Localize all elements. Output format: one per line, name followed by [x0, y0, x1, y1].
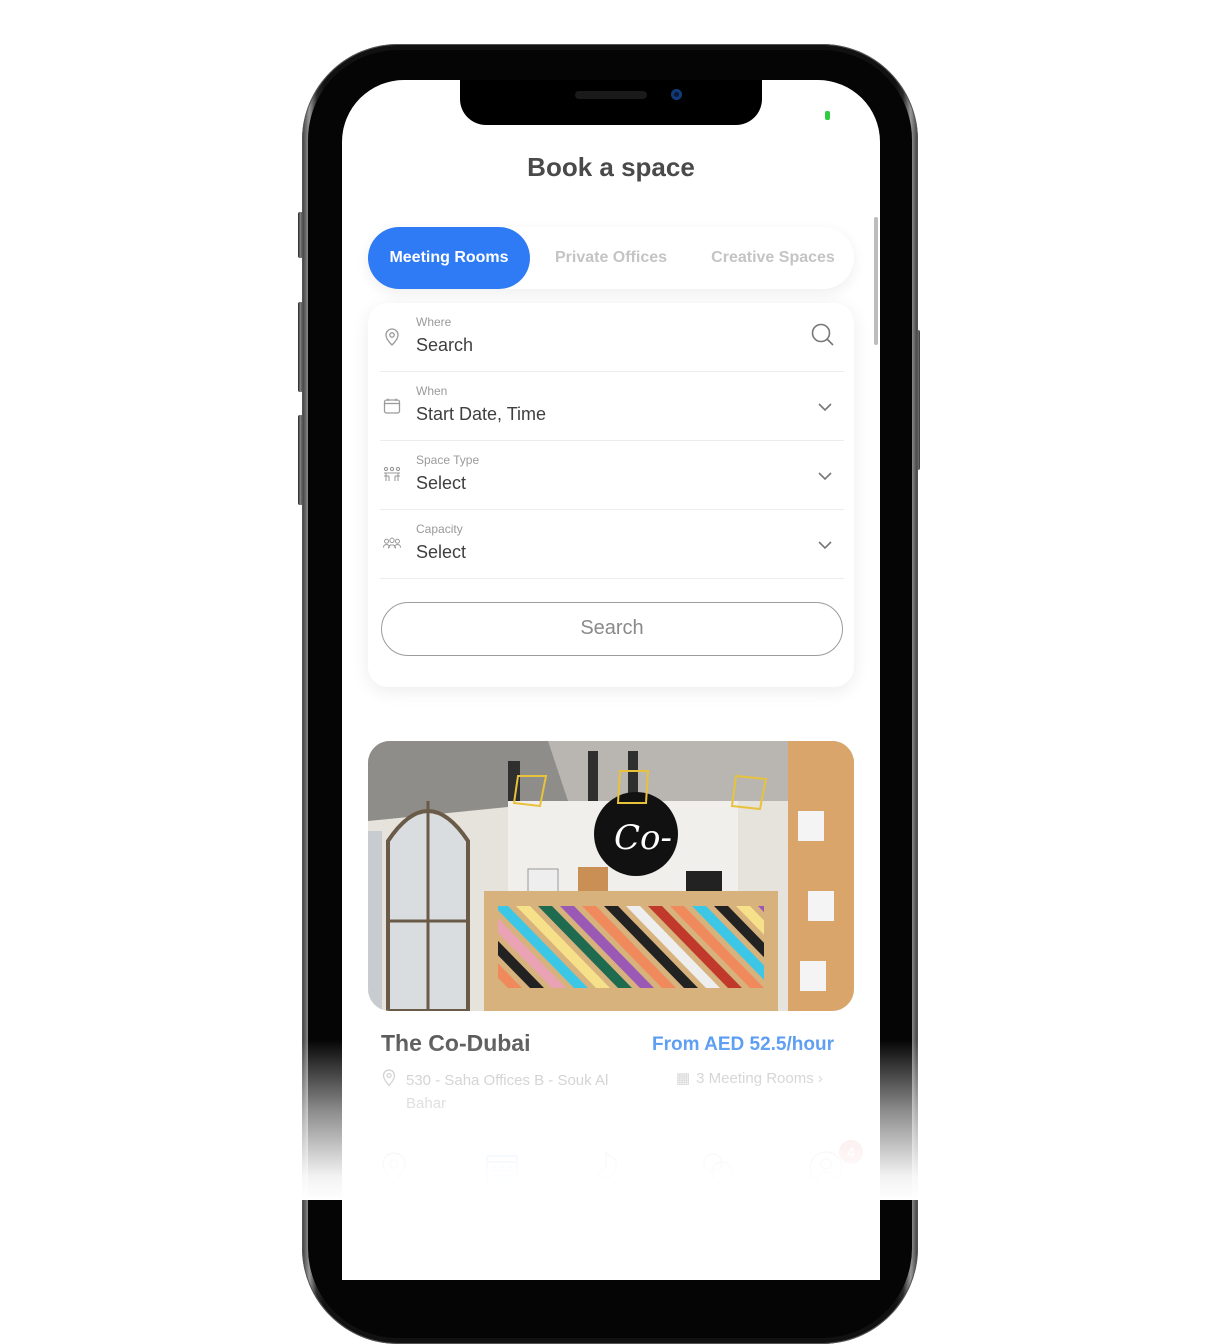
when-value: Start Date, Time	[416, 404, 547, 424]
venue-price: From AED 52.5/hour	[652, 1034, 834, 1055]
chevron-down-icon	[818, 541, 832, 550]
search-button[interactable]: Search	[381, 602, 843, 656]
notch	[460, 80, 762, 125]
front-camera	[671, 89, 682, 100]
nav-calendar-icon[interactable]	[484, 1150, 520, 1186]
where-field[interactable]: Where Search	[380, 303, 844, 372]
speaker	[575, 91, 647, 99]
chevron-right-icon: ›	[817, 1070, 823, 1087]
where-value: Search	[416, 335, 474, 355]
chevron-down-icon	[818, 403, 832, 412]
tab-private-offices[interactable]: Private Offices	[538, 227, 684, 289]
venue-photo-illustration: Co-	[368, 741, 854, 1011]
location-pin-icon	[385, 328, 399, 346]
where-label: Where	[416, 315, 452, 329]
when-label: When	[416, 384, 448, 398]
venue-name[interactable]: The Co-Dubai	[381, 1030, 531, 1057]
tab-meeting-rooms[interactable]: Meeting Rooms	[368, 227, 530, 289]
bottom-nav	[342, 1132, 880, 1212]
space-type-field[interactable]: Space Type Select	[380, 441, 844, 510]
location-pin-icon	[382, 1069, 396, 1087]
people-group-icon	[382, 537, 402, 549]
venue-address: 530 - Saha Offices B - Souk Al Bahar	[406, 1072, 609, 1112]
capacity-value: Select	[416, 542, 467, 562]
chevron-down-icon	[818, 472, 832, 481]
when-field[interactable]: When Start Date, Time	[380, 372, 844, 441]
meeting-rooms-count: 3 Meeting Rooms	[696, 1070, 814, 1087]
capacity-field[interactable]: Capacity Select	[380, 510, 844, 579]
meeting-table-icon: ▦	[676, 1070, 691, 1087]
nav-location-icon[interactable]	[376, 1150, 412, 1186]
tab-creative-spaces[interactable]: Creative Spaces	[694, 227, 852, 289]
venue-logo-text: Co-	[614, 818, 672, 858]
status-indicator	[825, 111, 830, 120]
venue-photo[interactable]: Co-	[368, 741, 854, 1011]
notification-badge: 4	[839, 1140, 863, 1164]
scrollbar[interactable]	[874, 217, 878, 345]
meeting-rooms-link[interactable]: ▦ 3 Meeting Rooms ›	[676, 1069, 823, 1087]
search-form-card: Where Search When Start Date, Time Space…	[368, 303, 854, 687]
nav-chat-icon[interactable]	[700, 1150, 736, 1186]
page-title: Book a space	[527, 152, 695, 182]
space-type-tabs: Meeting Rooms Private Offices Creative S…	[368, 227, 854, 289]
calendar-icon	[383, 398, 401, 414]
space-type-label: Space Type	[416, 453, 480, 467]
space-type-value: Select	[416, 473, 467, 493]
meeting-table-icon	[383, 466, 401, 481]
nav-spaces-icon[interactable]	[592, 1150, 628, 1186]
search-icon[interactable]	[810, 322, 836, 348]
capacity-label: Capacity	[416, 522, 463, 536]
